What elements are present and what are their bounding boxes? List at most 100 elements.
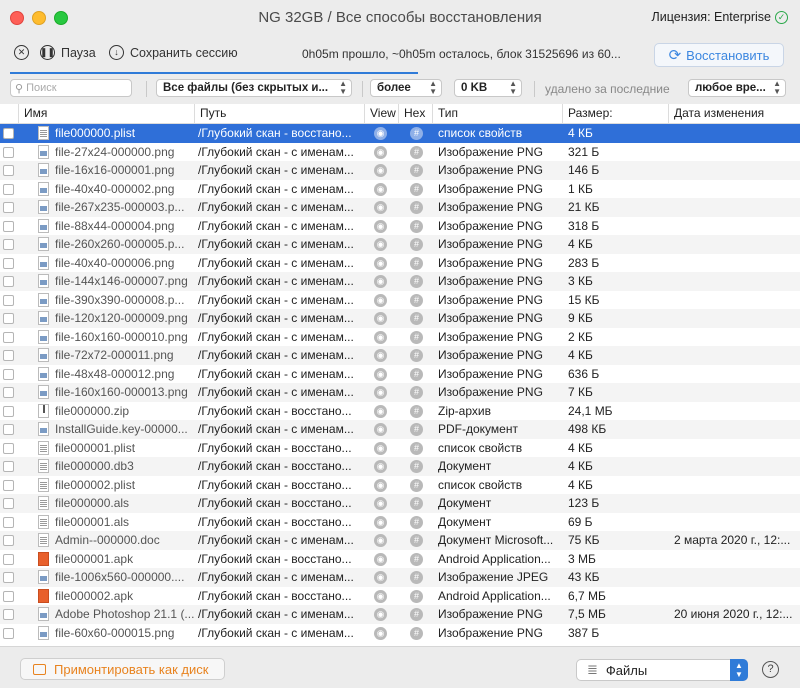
row-checkbox[interactable]	[3, 202, 14, 213]
table-row[interactable]: file-72x72-000011.png/Глубокий скан - с …	[0, 346, 800, 365]
table-row[interactable]: file000001.als/Глубокий скан - восстано.…	[0, 513, 800, 532]
hex-icon[interactable]: #	[410, 312, 423, 325]
view-eye-icon[interactable]: ◉	[374, 608, 387, 621]
row-checkbox[interactable]	[3, 257, 14, 269]
hex-icon[interactable]: #	[410, 478, 423, 492]
table-row[interactable]: file-267x235-000003.p... /Глубокий скан -…	[0, 198, 800, 217]
table-row[interactable]: file-160x160-000013.png/Глубокий скан - …	[0, 383, 800, 402]
hex-icon[interactable]: #	[410, 515, 423, 529]
restore-button[interactable]: ⟳ Восстановить	[654, 43, 784, 67]
row-checkbox[interactable]	[3, 368, 14, 380]
table-row[interactable]: file-16x16-000001.png/Глубокий скан - с …	[0, 161, 800, 180]
row-checkbox[interactable]	[3, 239, 14, 250]
period-select[interactable]: любое вре... ▲ ▼	[688, 79, 786, 97]
view-eye-icon[interactable]: ◉	[374, 312, 387, 325]
hex-icon[interactable]: #	[410, 460, 423, 473]
view-eye-icon[interactable]: ◉	[374, 441, 387, 455]
table-row[interactable]: file-27x24-000000.png/Глубокий скан - с …	[0, 143, 800, 162]
view-eye-icon[interactable]: ◉	[374, 219, 387, 233]
table-row[interactable]: file-40x40-000006.png/Глубокий скан - с …	[0, 254, 800, 273]
row-checkbox[interactable]	[3, 461, 14, 472]
view-eye-icon[interactable]: ◉	[374, 164, 387, 177]
hex-icon[interactable]: #	[410, 534, 423, 547]
view-eye-icon[interactable]: ◉	[374, 386, 387, 399]
table-row[interactable]: file-88x44-000004.png/Глубокий скан - с …	[0, 217, 800, 236]
table-row[interactable]: file000002.plist/Глубокий скан - восстан…	[0, 476, 800, 495]
row-checkbox[interactable]	[3, 387, 14, 398]
hex-icon[interactable]: #	[410, 367, 423, 381]
row-checkbox[interactable]	[3, 516, 14, 528]
hex-icon[interactable]: #	[410, 219, 423, 233]
size-compare-select[interactable]: более ▲ ▼	[370, 79, 442, 97]
row-checkbox[interactable]	[3, 276, 14, 287]
view-eye-icon[interactable]: ◉	[374, 478, 387, 492]
table-row[interactable]: file-60x60-000015.png/Глубокий скан - с …	[0, 624, 800, 643]
row-checkbox[interactable]	[3, 313, 14, 324]
view-eye-icon[interactable]: ◉	[374, 256, 387, 270]
table-row[interactable]: file000001.plist/Глубокий скан - восстан…	[0, 439, 800, 458]
view-eye-icon[interactable]: ◉	[374, 534, 387, 547]
row-checkbox[interactable]	[3, 627, 14, 639]
mount-as-disk-button[interactable]: Примонтировать как диск	[20, 658, 225, 680]
hex-icon[interactable]: #	[410, 497, 423, 510]
row-checkbox[interactable]	[3, 590, 14, 602]
view-eye-icon[interactable]: ◉	[374, 349, 387, 362]
table-row[interactable]: file-48x48-000012.png/Глубокий скан - с …	[0, 365, 800, 384]
view-eye-icon[interactable]: ◉	[374, 275, 387, 288]
hex-icon[interactable]: #	[410, 256, 423, 270]
row-checkbox[interactable]	[3, 128, 14, 139]
row-checkbox[interactable]	[3, 165, 14, 176]
table-row[interactable]: Admin--000000.doc/Глубокий скан - с имен…	[0, 531, 800, 550]
hex-icon[interactable]: #	[410, 127, 423, 140]
view-eye-icon[interactable]: ◉	[374, 201, 387, 214]
column-header-view[interactable]: View	[364, 104, 398, 123]
file-filter-select[interactable]: Все файлы (без скрытых и... ▲ ▼	[156, 79, 352, 97]
view-eye-icon[interactable]: ◉	[374, 552, 387, 566]
table-row[interactable]: file-40x40-000002.png/Глубокий скан - с …	[0, 180, 800, 199]
hex-icon[interactable]: #	[410, 626, 423, 640]
view-eye-icon[interactable]: ◉	[374, 182, 387, 196]
save-session-button[interactable]: ↓ Сохранить сессию	[109, 45, 238, 60]
pause-button[interactable]: ❚❚ Пауза	[40, 45, 96, 60]
hex-icon[interactable]: #	[410, 386, 423, 399]
table-row[interactable]: file-120x120-000009.png/Глубокий скан - …	[0, 309, 800, 328]
table-row[interactable]: file-1006x560-000000.... /Глубокий скан -…	[0, 568, 800, 587]
view-eye-icon[interactable]: ◉	[374, 423, 387, 436]
table-row[interactable]: file000002.apk/Глубокий скан - восстано.…	[0, 587, 800, 606]
table-row[interactable]: file000000.als/Глубокий скан - восстано.…	[0, 494, 800, 513]
table-row[interactable]: file000000.zip/Глубокий скан - восстано.…	[0, 402, 800, 421]
hex-icon[interactable]: #	[410, 423, 423, 436]
column-header-date[interactable]: Дата изменения	[668, 104, 800, 123]
table-row[interactable]: file-160x160-000010.png/Глубокий скан - …	[0, 328, 800, 347]
hex-icon[interactable]: #	[410, 441, 423, 455]
hex-icon[interactable]: #	[410, 201, 423, 214]
view-eye-icon[interactable]: ◉	[374, 404, 387, 418]
row-checkbox[interactable]	[3, 220, 14, 232]
view-eye-icon[interactable]: ◉	[374, 571, 387, 584]
hex-icon[interactable]: #	[410, 330, 423, 344]
hex-icon[interactable]: #	[410, 238, 423, 251]
row-checkbox[interactable]	[3, 535, 14, 546]
view-eye-icon[interactable]: ◉	[374, 293, 387, 307]
table-row[interactable]: file-144x146-000007.png/Глубокий скан - …	[0, 272, 800, 291]
view-eye-icon[interactable]: ◉	[374, 589, 387, 603]
row-checkbox[interactable]	[3, 442, 14, 454]
row-checkbox[interactable]	[3, 146, 14, 158]
table-row[interactable]: InstallGuide.key-00000... /Глубокий скан …	[0, 420, 800, 439]
view-eye-icon[interactable]: ◉	[374, 330, 387, 344]
table-row[interactable]: file000000.db3/Глубокий скан - восстано.…	[0, 457, 800, 476]
row-checkbox[interactable]	[3, 424, 14, 435]
row-checkbox[interactable]	[3, 183, 14, 195]
hex-icon[interactable]: #	[410, 293, 423, 307]
size-value-select[interactable]: 0 KB ▲ ▼	[454, 79, 522, 97]
hex-icon[interactable]: #	[410, 608, 423, 621]
search-input[interactable]: ⚲ Поиск	[10, 79, 132, 97]
hex-icon[interactable]: #	[410, 145, 423, 159]
hex-icon[interactable]: #	[410, 349, 423, 362]
table-row[interactable]: file000001.apk/Глубокий скан - восстано.…	[0, 550, 800, 569]
row-checkbox[interactable]	[3, 498, 14, 509]
row-checkbox[interactable]	[3, 553, 14, 565]
row-checkbox[interactable]	[3, 609, 14, 620]
view-eye-icon[interactable]: ◉	[374, 497, 387, 510]
view-eye-icon[interactable]: ◉	[374, 460, 387, 473]
